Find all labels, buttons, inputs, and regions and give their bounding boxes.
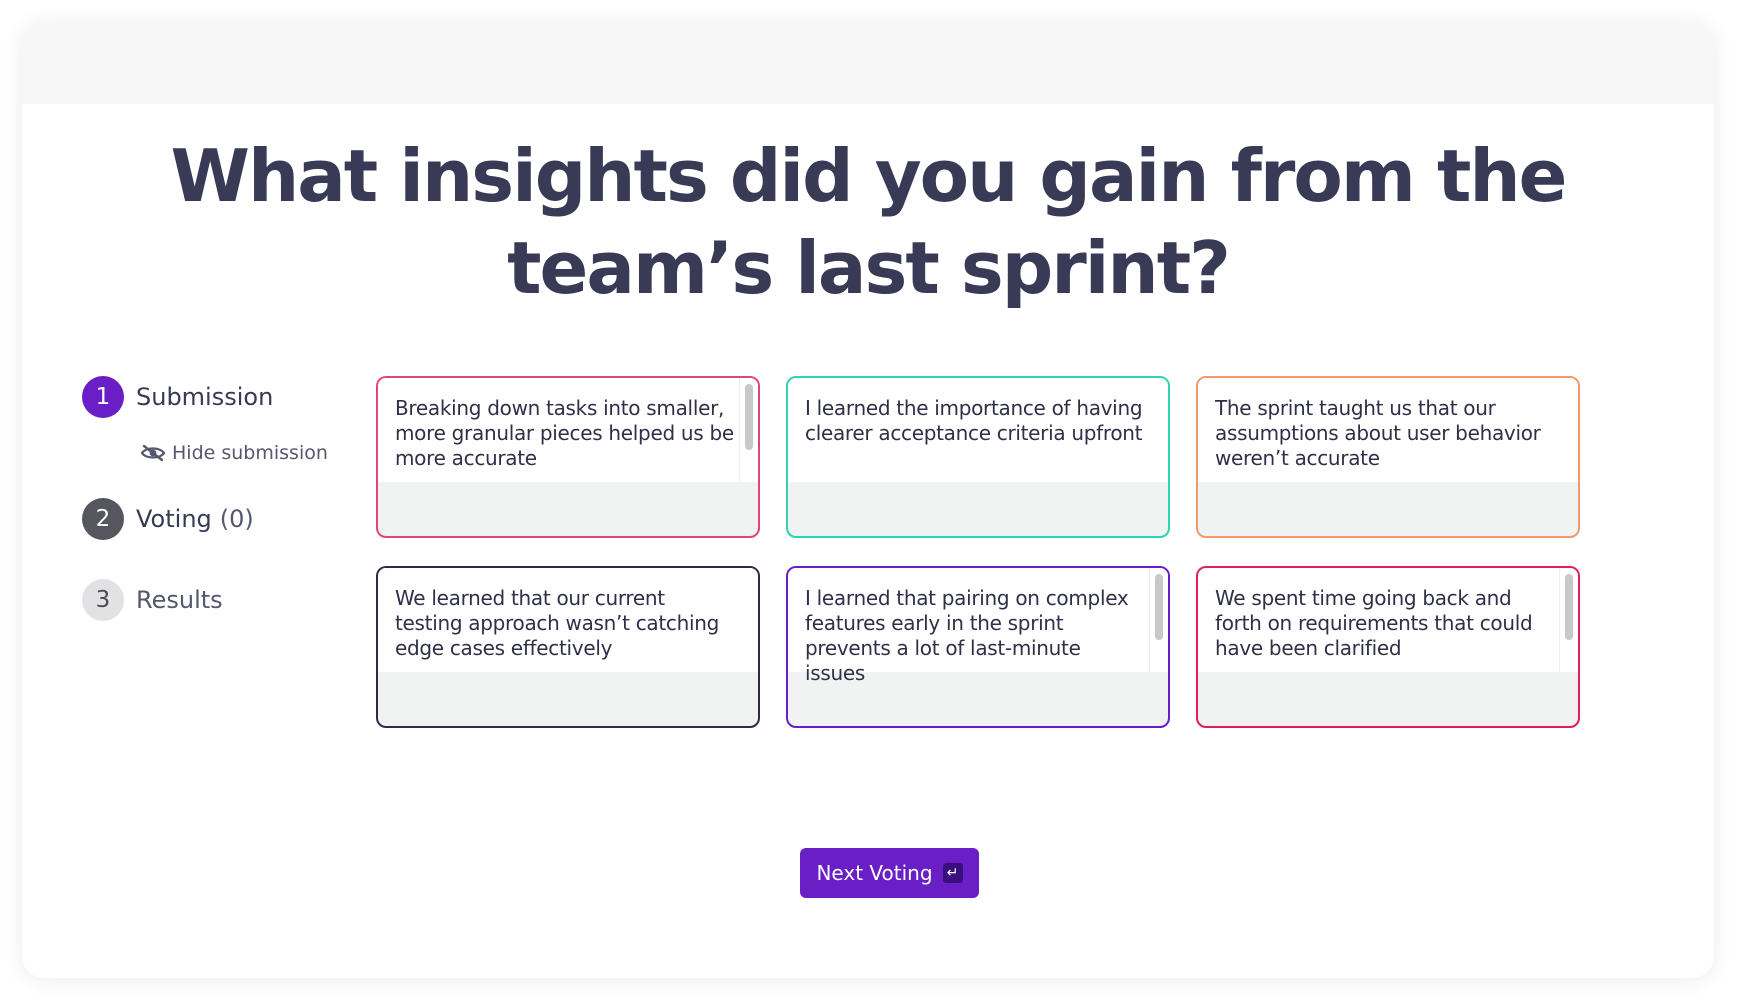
hide-submission-toggle[interactable]: Hide submission — [140, 442, 328, 464]
card-text-area[interactable]: The sprint taught us that our assumption… — [1198, 378, 1578, 482]
card-text: I learned the importance of having clear… — [805, 396, 1143, 445]
eye-off-icon — [140, 444, 166, 462]
enter-key-icon: ↵ — [942, 863, 963, 883]
hide-submission-label: Hide submission — [172, 442, 328, 464]
step-number-badge: 1 — [82, 376, 124, 418]
card-scrollbar-thumb[interactable] — [1565, 574, 1573, 640]
question-title: What insights did you gain from the team… — [22, 130, 1714, 314]
submission-card[interactable]: We spent time going back and forth on re… — [1196, 566, 1580, 728]
app-frame: What insights did you gain from the team… — [22, 22, 1714, 978]
card-scrollbar[interactable] — [1559, 568, 1578, 672]
card-scrollbar-thumb[interactable] — [745, 384, 753, 450]
step-submission[interactable]: 1 Submission — [82, 376, 273, 418]
submission-card[interactable]: The sprint taught us that our assumption… — [1196, 376, 1580, 538]
card-text: Breaking down tasks into smaller, more g… — [395, 396, 734, 470]
card-text: I learned that pairing on complex featur… — [805, 586, 1129, 685]
card-text-area[interactable]: Breaking down tasks into smaller, more g… — [378, 378, 758, 482]
vote-count: (0) — [219, 505, 254, 533]
card-text-area[interactable]: I learned that pairing on complex featur… — [788, 568, 1168, 685]
step-number-badge: 3 — [82, 579, 124, 621]
card-text-area[interactable]: I learned the importance of having clear… — [788, 378, 1168, 482]
next-voting-button[interactable]: Next Voting ↵ — [800, 848, 979, 898]
step-voting[interactable]: 2 Voting (0) — [82, 498, 254, 540]
top-bar — [22, 22, 1714, 104]
submission-cards-grid: Breaking down tasks into smaller, more g… — [376, 376, 1608, 732]
card-text-area[interactable]: We learned that our current testing appr… — [378, 568, 758, 672]
next-voting-label: Next Voting — [816, 861, 933, 885]
submission-card[interactable]: I learned that pairing on complex featur… — [786, 566, 1170, 728]
step-results[interactable]: 3 Results — [82, 579, 223, 621]
question-line-2: team’s last sprint? — [507, 226, 1231, 310]
question-line-1: What insights did you gain from the — [170, 134, 1568, 218]
submission-card[interactable]: I learned the importance of having clear… — [786, 376, 1170, 538]
card-scrollbar[interactable] — [1149, 568, 1168, 672]
submission-card[interactable]: We learned that our current testing appr… — [376, 566, 760, 728]
card-scrollbar[interactable] — [739, 378, 758, 482]
card-text: We learned that our current testing appr… — [395, 586, 720, 660]
card-text-area[interactable]: We spent time going back and forth on re… — [1198, 568, 1578, 672]
step-number-badge: 2 — [82, 498, 124, 540]
step-label: Results — [136, 586, 223, 614]
card-text: The sprint taught us that our assumption… — [1215, 396, 1541, 470]
card-scrollbar-thumb[interactable] — [1155, 574, 1163, 640]
step-label: Voting — [136, 505, 212, 533]
card-text: We spent time going back and forth on re… — [1215, 586, 1533, 660]
submission-card[interactable]: Breaking down tasks into smaller, more g… — [376, 376, 760, 538]
step-label: Submission — [136, 383, 274, 411]
